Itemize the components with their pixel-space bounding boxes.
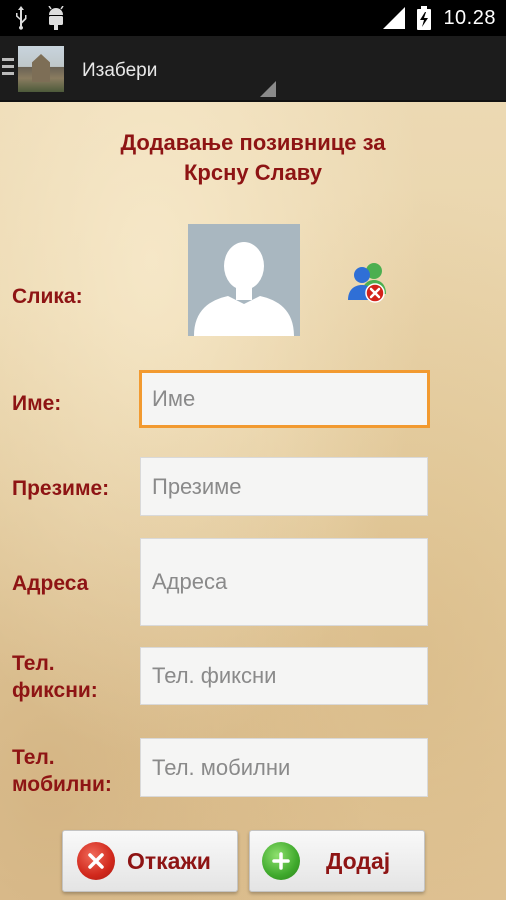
cancel-icon <box>77 842 115 880</box>
address-input[interactable] <box>140 538 428 626</box>
page-title: Додавање позивнице за Крсну Славу <box>120 130 386 185</box>
name-input[interactable] <box>139 370 430 428</box>
surname-label: Презиме: <box>12 477 110 500</box>
address-label: Адреса <box>12 572 89 595</box>
phone-mobile-input[interactable] <box>140 738 428 797</box>
phone-fixed-label: Тел. фиксни: <box>12 652 98 702</box>
name-label: Име: <box>12 392 62 415</box>
cancel-button[interactable]: Откажи <box>62 830 238 892</box>
battery-charging-icon <box>417 6 432 30</box>
remove-contact-icon[interactable] <box>344 260 392 308</box>
contact-photo[interactable] <box>188 224 300 336</box>
form-content: Додавање позивнице за Крсну Славу Слика:… <box>0 102 506 900</box>
status-bar: 10.28 <box>0 0 506 36</box>
add-icon <box>262 842 300 880</box>
android-debug-icon <box>48 6 64 30</box>
spinner-dropdown-icon[interactable] <box>260 81 276 97</box>
add-button[interactable]: Додај <box>249 830 425 892</box>
signal-icon <box>383 7 406 29</box>
photo-label: Слика: <box>12 285 83 308</box>
action-bar: Изабери <box>0 36 506 102</box>
phone-fixed-input[interactable] <box>140 647 428 705</box>
spinner-selected-label[interactable]: Изабери <box>82 60 157 82</box>
app-logo[interactable] <box>18 46 64 92</box>
usb-icon <box>16 6 27 30</box>
phone-mobile-label: Тел. мобилни: <box>12 746 112 796</box>
clock: 10.28 <box>443 6 496 29</box>
menu-icon[interactable] <box>2 58 14 79</box>
cancel-button-label: Откажи <box>127 847 211 874</box>
surname-input[interactable] <box>140 457 428 516</box>
add-button-label: Додај <box>326 847 391 874</box>
person-placeholder-icon <box>194 242 294 336</box>
